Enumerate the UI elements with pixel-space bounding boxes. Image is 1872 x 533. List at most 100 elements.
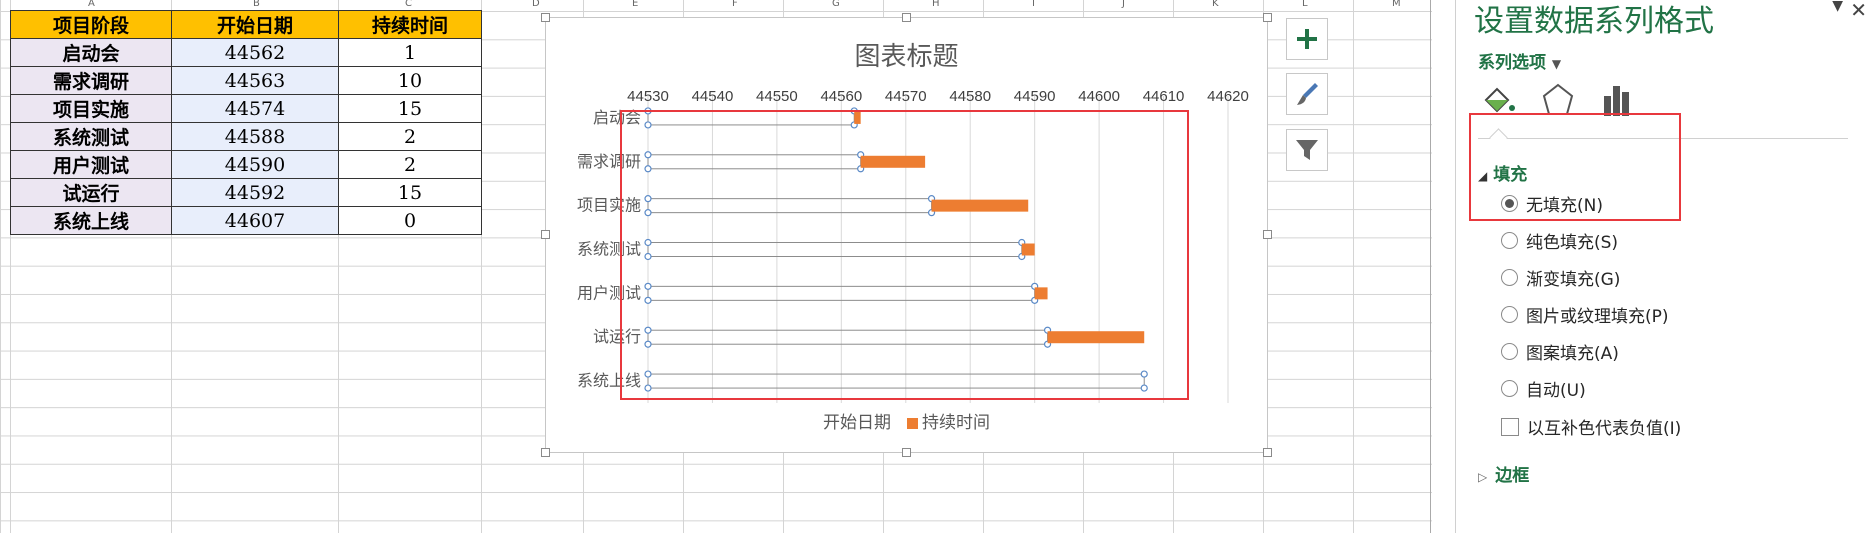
option-label: 以互补色代表负值(I) bbox=[1527, 419, 1682, 439]
header-cell-duration[interactable]: 持续时间 bbox=[338, 10, 482, 39]
legend-swatch-duration bbox=[907, 418, 918, 429]
start-date-cell[interactable]: 44574 bbox=[171, 94, 339, 123]
column-header-C[interactable]: C bbox=[405, 0, 412, 10]
option-label: 图片或纹理填充(P) bbox=[1526, 307, 1669, 327]
column-header-M[interactable]: M bbox=[1392, 0, 1401, 10]
option-label: 渐变填充(G) bbox=[1526, 270, 1621, 290]
header-cell-stage[interactable]: 项目阶段 bbox=[10, 10, 172, 39]
legend-entry-duration[interactable]: 持续时间 bbox=[922, 413, 990, 433]
chevron-down-icon: ▼ bbox=[1551, 57, 1562, 71]
chart-elements-button[interactable] bbox=[1286, 18, 1328, 60]
start-date-cell[interactable]: 44592 bbox=[171, 178, 339, 207]
duration-cell[interactable]: 2 bbox=[338, 150, 482, 179]
table-row: 需求调研 44563 10 bbox=[10, 66, 482, 95]
duration-cell[interactable]: 2 bbox=[338, 122, 482, 151]
fill-highlight-box bbox=[1469, 113, 1681, 221]
radio-button[interactable] bbox=[1501, 306, 1518, 323]
chart-filters-button[interactable] bbox=[1286, 129, 1328, 171]
stage-cell[interactable]: 系统测试 bbox=[10, 122, 172, 151]
option-label: 纯色填充(S) bbox=[1526, 233, 1619, 253]
brush-icon bbox=[1297, 83, 1318, 105]
column-header-F[interactable]: F bbox=[732, 0, 738, 10]
resize-handle-sw[interactable] bbox=[541, 448, 550, 457]
solid-fill-option[interactable]: 纯色填充(S) bbox=[1501, 228, 1618, 253]
duration-cell[interactable]: 1 bbox=[338, 38, 482, 67]
close-icon[interactable]: ✕ bbox=[1850, 0, 1867, 22]
table-row: 启动会 44562 1 bbox=[10, 38, 482, 67]
pane-title: 设置数据系列格式 bbox=[1474, 4, 1714, 39]
start-date-cell[interactable]: 44562 bbox=[171, 38, 339, 67]
resize-handle-s[interactable] bbox=[902, 448, 911, 457]
series-options-dropdown[interactable]: 系列选项 ▼ bbox=[1478, 48, 1561, 73]
stage-cell[interactable]: 需求调研 bbox=[10, 66, 172, 95]
column-header-L[interactable]: L bbox=[1302, 0, 1308, 10]
column-header-E[interactable]: E bbox=[632, 0, 638, 10]
chart-legend[interactable]: 开始日期 持续时间 bbox=[546, 408, 1267, 433]
table-row: 项目实施 44574 15 bbox=[10, 94, 482, 123]
start-date-cell[interactable]: 44588 bbox=[171, 122, 339, 151]
border-section-header[interactable]: ▷ 边框 bbox=[1478, 461, 1529, 486]
resize-handle-ne[interactable] bbox=[1263, 13, 1272, 22]
legend-entry-start-date[interactable]: 开始日期 bbox=[823, 413, 891, 433]
stage-cell[interactable]: 启动会 bbox=[10, 38, 172, 67]
stage-cell[interactable]: 试运行 bbox=[10, 178, 172, 207]
option-label: 自动(U) bbox=[1526, 381, 1586, 401]
resize-handle-n[interactable] bbox=[902, 13, 911, 22]
expand-triangle-icon: ▷ bbox=[1478, 470, 1488, 484]
x-tick-label: 44620 bbox=[1207, 88, 1249, 105]
pane-options-dropdown-icon[interactable]: ▼ bbox=[1832, 0, 1843, 14]
stage-cell[interactable]: 系统上线 bbox=[10, 206, 172, 235]
radio-button[interactable] bbox=[1501, 380, 1518, 397]
resize-handle-se[interactable] bbox=[1263, 448, 1272, 457]
table-row: 试运行 44592 15 bbox=[10, 178, 482, 207]
table-row: 系统测试 44588 2 bbox=[10, 122, 482, 151]
invert-if-negative-option[interactable]: 以互补色代表负值(I) bbox=[1501, 414, 1681, 439]
duration-cell[interactable]: 15 bbox=[338, 178, 482, 207]
header-cell-start-date[interactable]: 开始日期 bbox=[171, 10, 339, 39]
start-date-cell[interactable]: 44590 bbox=[171, 150, 339, 179]
series-options-label: 系列选项 bbox=[1478, 53, 1546, 73]
start-date-cell[interactable]: 44563 bbox=[171, 66, 339, 95]
x-tick-label: 44600 bbox=[1078, 88, 1120, 105]
resize-handle-e[interactable] bbox=[1263, 230, 1272, 239]
x-tick-label: 44550 bbox=[756, 88, 798, 105]
column-header-K[interactable]: K bbox=[1212, 0, 1219, 10]
x-tick-label: 44530 bbox=[627, 88, 669, 105]
stage-cell[interactable]: 项目实施 bbox=[10, 94, 172, 123]
data-table: 项目阶段 开始日期 持续时间 启动会 44562 1 需求调研 44563 10… bbox=[10, 10, 482, 235]
table-row: 系统上线 44607 0 bbox=[10, 206, 482, 235]
table-row: 用户测试 44590 2 bbox=[10, 150, 482, 179]
table-header-row: 项目阶段 开始日期 持续时间 bbox=[10, 10, 482, 39]
duration-cell[interactable]: 10 bbox=[338, 66, 482, 95]
column-header-I[interactable]: I bbox=[1032, 0, 1035, 10]
column-header-D[interactable]: D bbox=[532, 0, 540, 10]
column-header-B[interactable]: B bbox=[253, 0, 260, 10]
start-date-cell[interactable]: 44607 bbox=[171, 206, 339, 235]
resize-handle-nw[interactable] bbox=[541, 13, 550, 22]
option-label: 图案填充(A) bbox=[1526, 344, 1619, 364]
radio-button[interactable] bbox=[1501, 232, 1518, 249]
pattern-fill-option[interactable]: 图案填充(A) bbox=[1501, 339, 1619, 364]
format-data-series-pane: 设置数据系列格式 ▼ ✕ 系列选项 ▼ ◢ 填充 无填充(N) 纯色填充(S) 渐… bbox=[1455, 0, 1872, 533]
checkbox[interactable] bbox=[1501, 417, 1519, 436]
column-header-A[interactable]: A bbox=[88, 0, 95, 10]
column-header-J[interactable]: J bbox=[1122, 0, 1125, 10]
x-tick-label: 44560 bbox=[820, 88, 862, 105]
duration-cell[interactable]: 15 bbox=[338, 94, 482, 123]
gradient-fill-option[interactable]: 渐变填充(G) bbox=[1501, 265, 1620, 290]
radio-button[interactable] bbox=[1501, 343, 1518, 360]
resize-handle-w[interactable] bbox=[541, 230, 550, 239]
border-section-label: 边框 bbox=[1495, 466, 1530, 486]
filter-icon bbox=[1296, 140, 1318, 160]
radio-button[interactable] bbox=[1501, 269, 1518, 286]
stage-cell[interactable]: 用户测试 bbox=[10, 150, 172, 179]
x-tick-label: 44570 bbox=[885, 88, 927, 105]
x-tick-label: 44610 bbox=[1143, 88, 1185, 105]
duration-cell[interactable]: 0 bbox=[338, 206, 482, 235]
column-header-H[interactable]: H bbox=[932, 0, 940, 10]
automatic-fill-option[interactable]: 自动(U) bbox=[1501, 376, 1586, 401]
picture-texture-fill-option[interactable]: 图片或纹理填充(P) bbox=[1501, 302, 1669, 327]
plus-icon bbox=[1297, 29, 1317, 49]
column-header-G[interactable]: G bbox=[832, 0, 840, 10]
chart-styles-button[interactable] bbox=[1286, 73, 1328, 115]
